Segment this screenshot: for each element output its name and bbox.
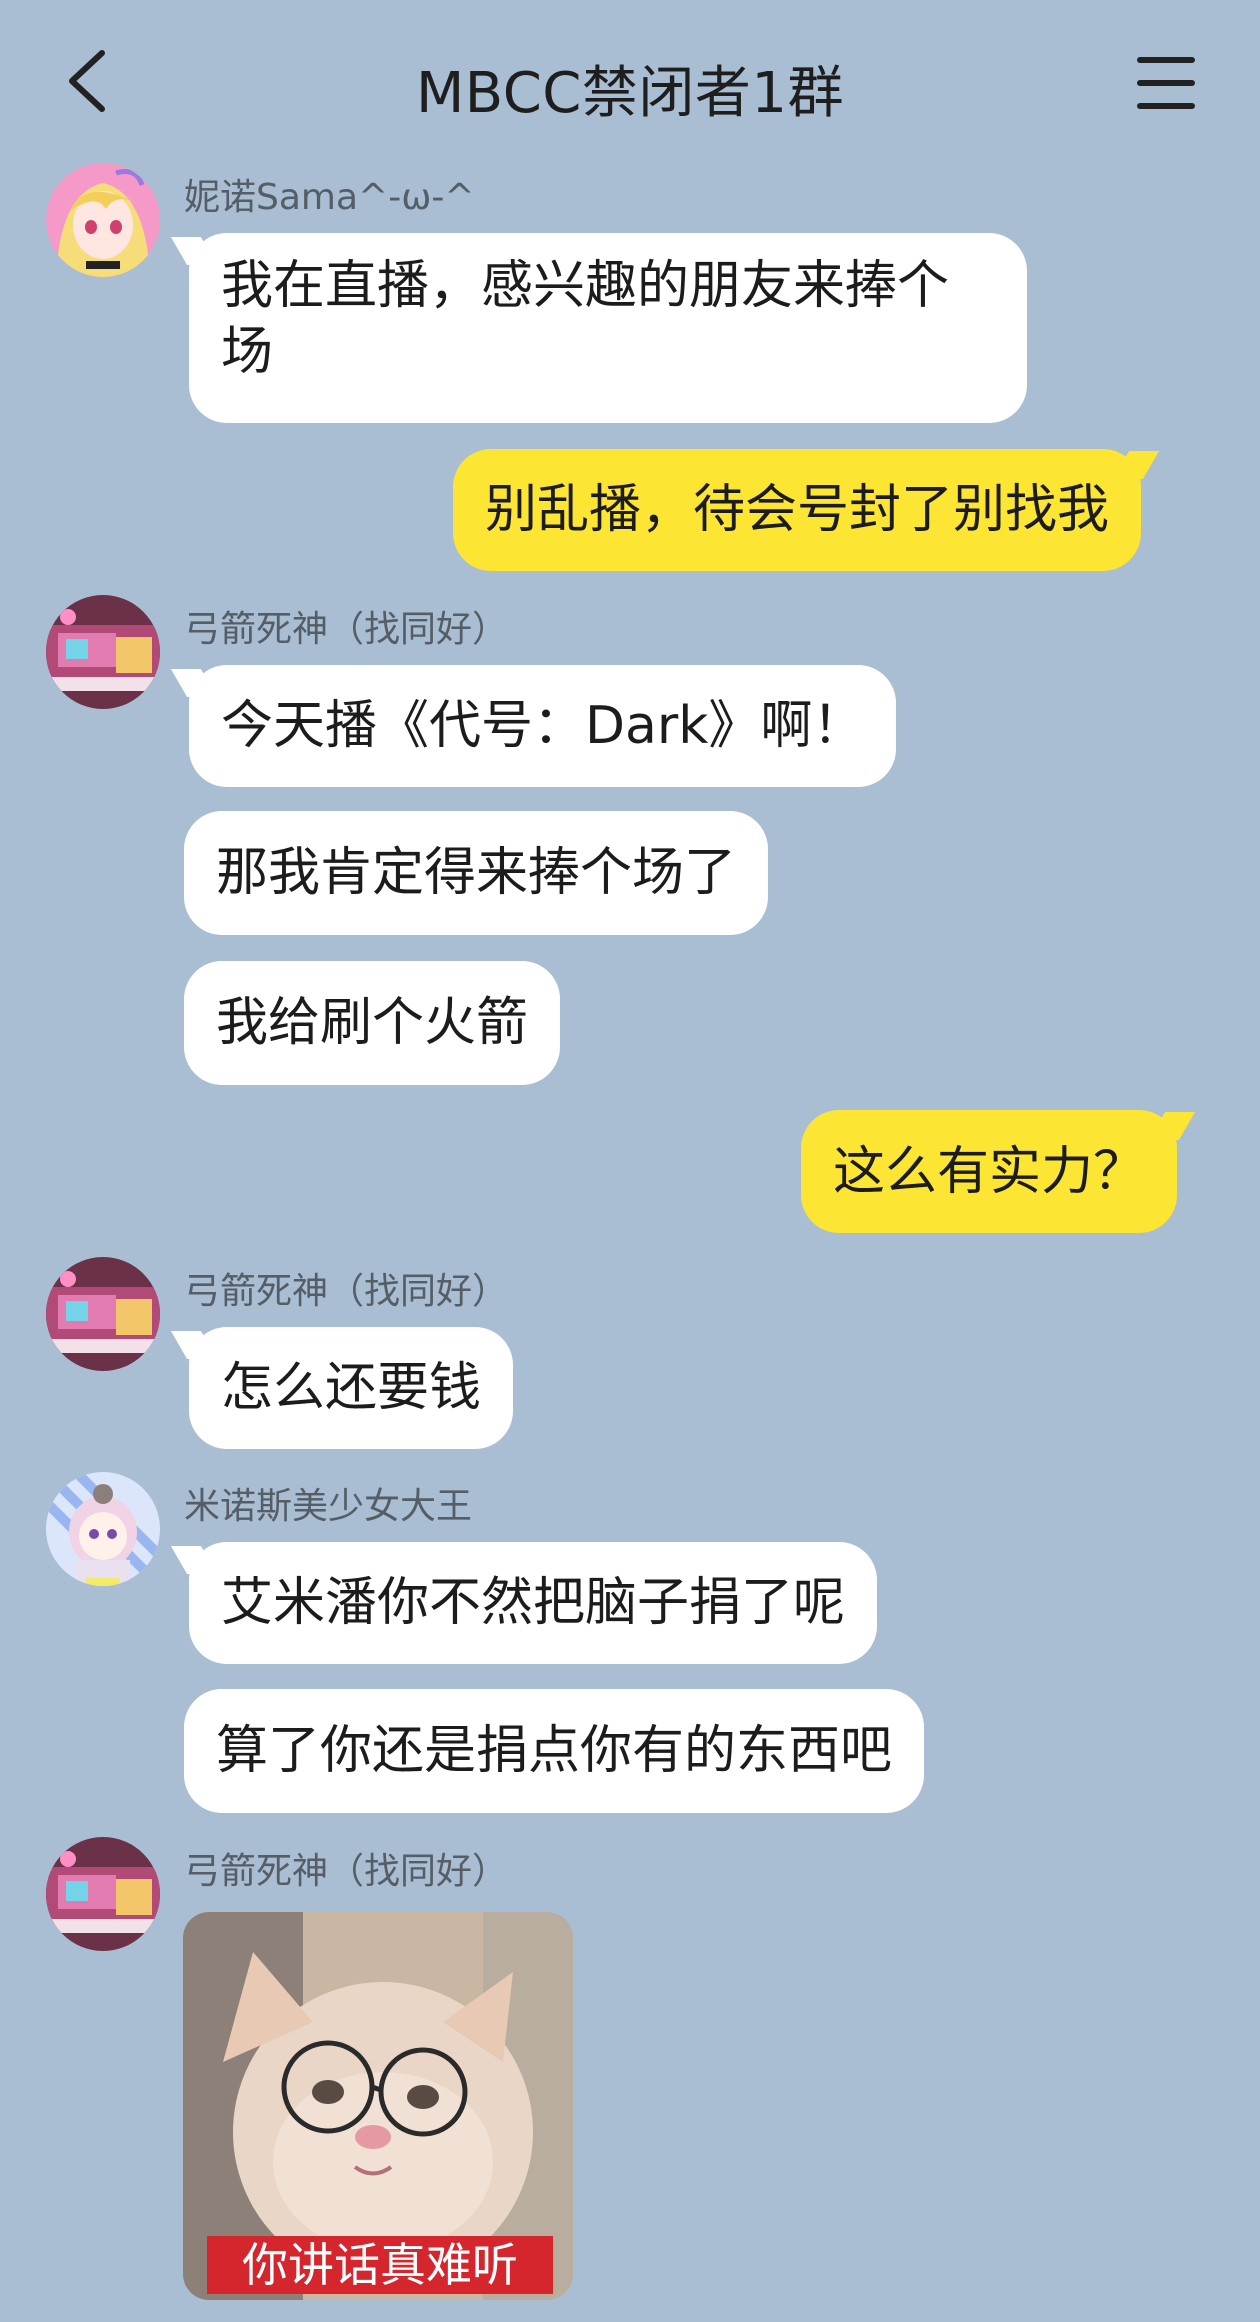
sender-name: 米诺斯美少女大王: [184, 1486, 473, 1527]
menu-button[interactable]: [1135, 55, 1199, 111]
message-text: 我给刷个火箭: [216, 993, 529, 1053]
message-text: 今天播《代号：Dark》啊！: [221, 696, 865, 756]
anime-girl-avatar-icon: [46, 163, 160, 277]
chat-screen: MBCC禁闭者1群 妮诺Sama^-ω-^ 我在直播，感兴趣的朋友来捧个场 别乱…: [0, 0, 1260, 2322]
avatar-archer[interactable]: [46, 595, 160, 709]
chat-header: MBCC禁闭者1群: [0, 0, 1260, 165]
message-text: 别乱播，待会号封了别找我: [485, 480, 1110, 540]
chevron-left-icon: [69, 50, 105, 112]
message-text: 这么有实力？: [833, 1142, 1146, 1202]
pink-room-avatar-icon: [46, 1257, 160, 1371]
chibi-girl-avatar-icon: [46, 1472, 160, 1586]
message-bubble[interactable]: 我在直播，感兴趣的朋友来捧个场: [189, 233, 1027, 423]
message-bubble[interactable]: 我给刷个火箭: [184, 961, 561, 1085]
message-bubble[interactable]: 怎么还要钱: [189, 1327, 514, 1449]
outgoing-message-bubble[interactable]: 别乱播，待会号封了别找我: [453, 449, 1142, 571]
avatar-archer[interactable]: [46, 1257, 160, 1371]
sticker-image[interactable]: 你讲话真难听: [183, 1912, 573, 2300]
outgoing-message-bubble[interactable]: 这么有实力？: [801, 1110, 1178, 1233]
avatar-archer[interactable]: [46, 1837, 160, 1951]
message-bubble[interactable]: 艾米潘你不然把脑子捐了呢: [189, 1542, 878, 1664]
sender-name: 弓箭死神（找同好）: [184, 1851, 509, 1892]
message-text: 那我肯定得来捧个场了: [216, 843, 737, 903]
message-text: 算了你还是捐点你有的东西吧: [216, 1721, 893, 1781]
message-text: 怎么还要钱: [221, 1358, 482, 1418]
message-text: 我在直播，感兴趣的朋友来捧个场: [221, 256, 950, 382]
pink-room-avatar-icon: [46, 1837, 160, 1951]
back-button[interactable]: [58, 45, 118, 117]
sender-name: 弓箭死神（找同好）: [184, 1271, 509, 1312]
hamburger-menu-icon: [1137, 57, 1195, 63]
message-bubble[interactable]: 那我肯定得来捧个场了: [184, 811, 769, 935]
chat-title: MBCC禁闭者1群: [415, 61, 845, 126]
message-bubble[interactable]: 今天播《代号：Dark》啊！: [189, 665, 897, 787]
message-bubble[interactable]: 算了你还是捐点你有的东西吧: [184, 1689, 925, 1813]
avatar-nino[interactable]: [46, 163, 160, 277]
sender-name: 弓箭死神（找同好）: [184, 609, 509, 650]
message-text: 艾米潘你不然把脑子捐了呢: [221, 1573, 846, 1633]
sender-name: 妮诺Sama^-ω-^: [184, 177, 475, 218]
sticker-caption: 你讲话真难听: [207, 2236, 553, 2294]
avatar-minos[interactable]: [46, 1472, 160, 1586]
pink-room-avatar-icon: [46, 595, 160, 709]
